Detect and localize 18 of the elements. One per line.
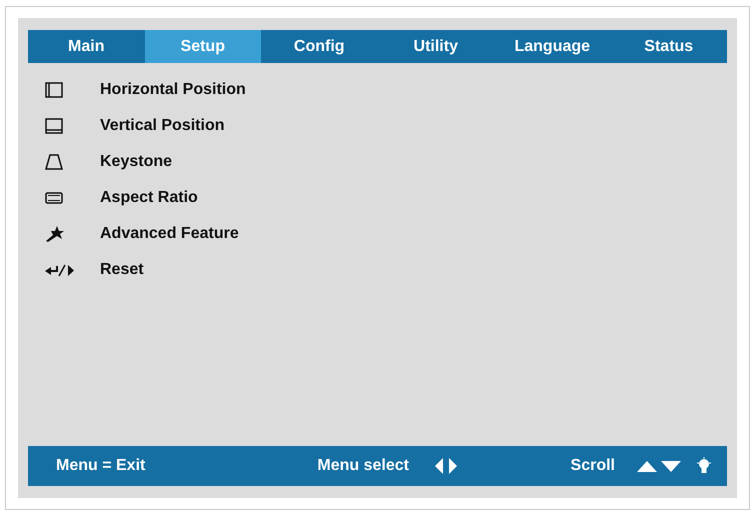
menu-item[interactable]: Advanced Feature xyxy=(45,222,727,245)
star-icon xyxy=(45,226,65,242)
scroll-hint: Scroll xyxy=(570,456,615,476)
left-right-arrows-icon xyxy=(434,458,457,474)
aspect-frame-icon xyxy=(45,192,63,204)
trapezoid-icon xyxy=(45,154,63,170)
menu-item[interactable]: Keystone xyxy=(45,150,727,173)
up-down-arrows-icon xyxy=(637,460,681,472)
horizontal-frame-icon xyxy=(45,82,63,98)
menu-item[interactable]: Vertical Position xyxy=(45,114,727,137)
vertical-frame-icon xyxy=(45,118,63,134)
menu-item[interactable]: Aspect Ratio xyxy=(45,186,727,209)
exit-hint: Menu = Exit xyxy=(56,456,146,476)
menu-item[interactable]: Reset xyxy=(45,258,727,281)
lightbulb-icon xyxy=(697,457,711,475)
enter-or-right-icon xyxy=(45,262,75,276)
select-hint: Menu select xyxy=(317,456,409,476)
menu-item[interactable]: Horizontal Position xyxy=(45,78,727,101)
